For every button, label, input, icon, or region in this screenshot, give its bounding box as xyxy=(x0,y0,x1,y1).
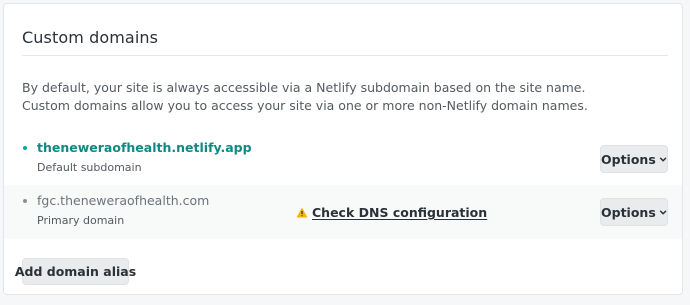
section-description: By default, your site is always accessib… xyxy=(22,79,588,115)
options-button[interactable]: Options xyxy=(600,198,668,226)
chevron-down-icon xyxy=(659,157,667,161)
domain-row-primary-domain: fgc.theneweraofhealth.com Primary domain… xyxy=(4,185,682,239)
domain-row-default-subdomain: theneweraofhealth.netlify.app Default su… xyxy=(4,132,682,186)
chevron-down-icon xyxy=(659,210,667,214)
warning-icon xyxy=(296,207,308,218)
domain-subtitle: Primary domain xyxy=(37,214,125,227)
options-label: Options xyxy=(601,204,656,220)
add-domain-alias-button[interactable]: Add domain alias xyxy=(15,258,136,285)
domain-subtitle: Default subdomain xyxy=(37,161,142,174)
description-line-1: By default, your site is always accessib… xyxy=(22,80,586,95)
title-divider xyxy=(22,55,668,56)
custom-domains-card: Custom domains By default, your site is … xyxy=(3,3,683,295)
bullet-icon xyxy=(23,199,27,203)
domain-name: fgc.theneweraofhealth.com xyxy=(37,193,210,208)
description-line-2: Custom domains allow you to access your … xyxy=(22,98,588,113)
check-dns-link[interactable]: Check DNS configuration xyxy=(296,205,487,220)
bullet-icon xyxy=(23,146,27,150)
options-button[interactable]: Options xyxy=(600,145,668,173)
domain-name-link[interactable]: theneweraofhealth.netlify.app xyxy=(37,140,252,155)
check-dns-label: Check DNS configuration xyxy=(312,205,488,220)
options-label: Options xyxy=(601,151,656,167)
section-title: Custom domains xyxy=(22,28,159,47)
